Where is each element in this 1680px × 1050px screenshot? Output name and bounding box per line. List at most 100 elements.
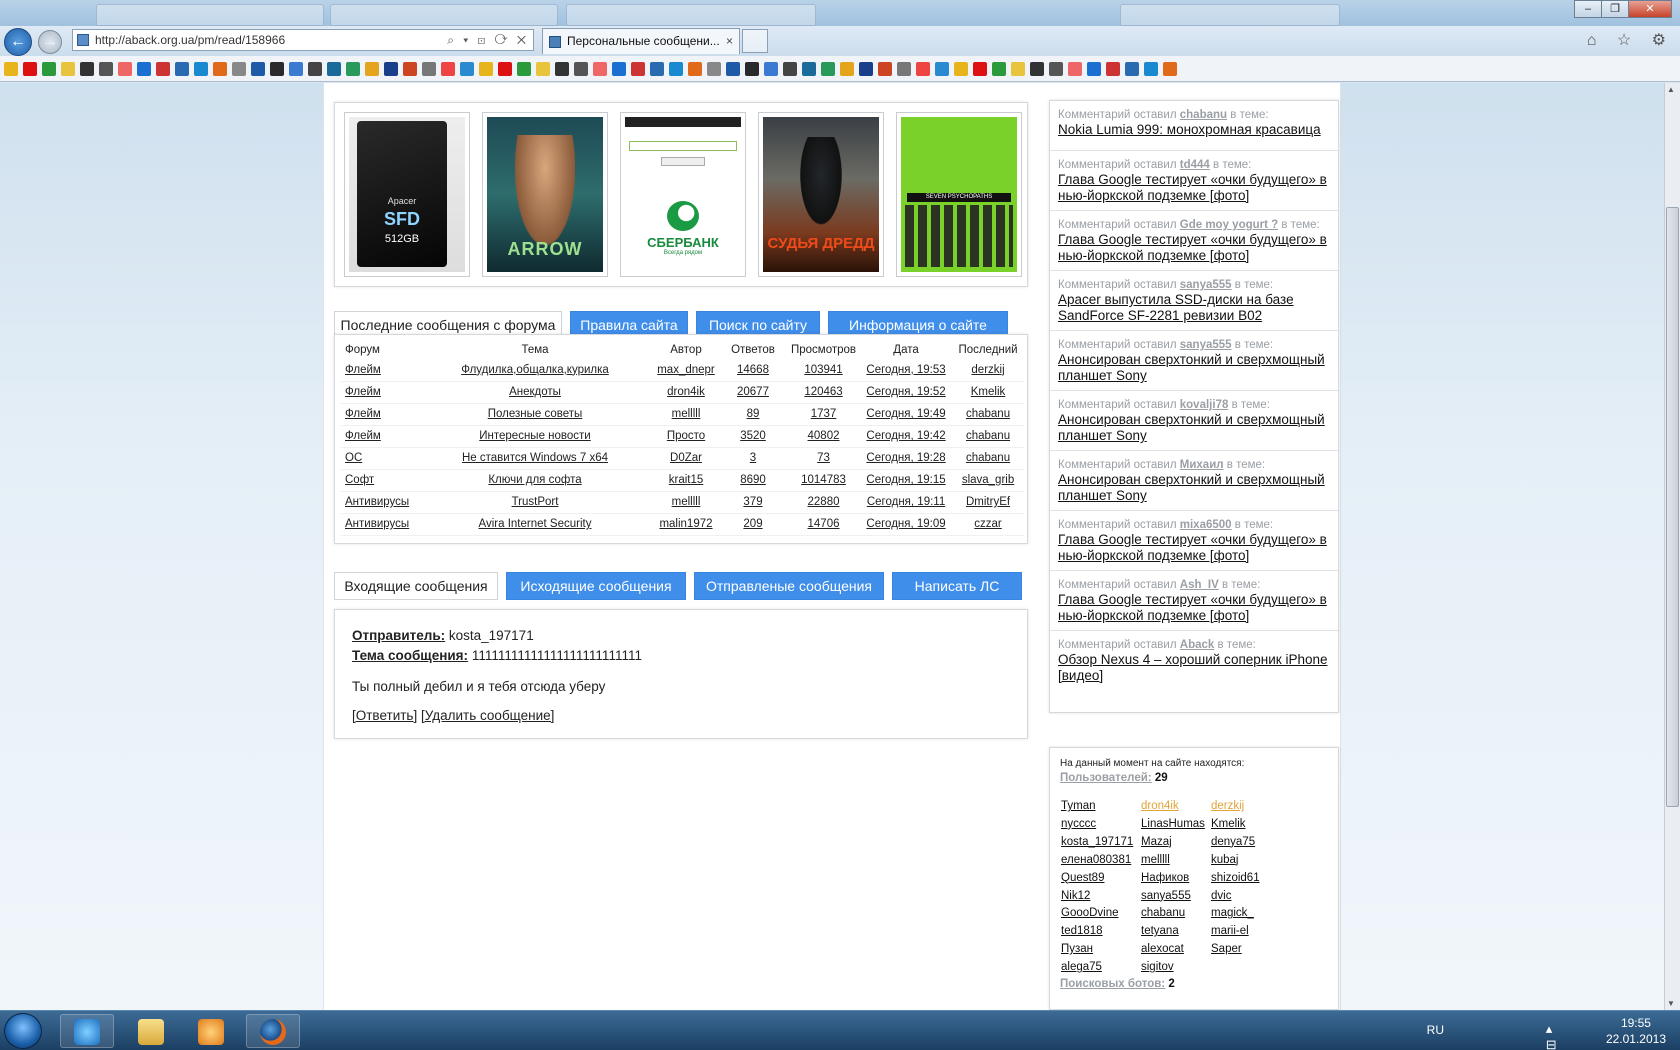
favorite-link-icon[interactable] (1144, 61, 1158, 76)
background-window-tab[interactable] (330, 4, 558, 26)
comment-user-link[interactable]: kovalji78 (1180, 399, 1229, 411)
last-poster-link[interactable]: Kmelik (971, 386, 1006, 398)
online-user-link[interactable]: елена080381 (1061, 852, 1141, 870)
last-poster-link[interactable]: derzkij (971, 364, 1004, 376)
online-user-link[interactable]: Saper (1211, 941, 1301, 959)
last-poster-link[interactable]: chabanu (966, 430, 1010, 442)
favorite-link-icon[interactable] (99, 61, 113, 76)
author-link[interactable]: D0Zar (670, 452, 702, 464)
favorite-link-icon[interactable] (1030, 61, 1044, 76)
favorite-link-icon[interactable] (688, 61, 702, 76)
comment-user-link[interactable]: td444 (1180, 159, 1210, 171)
favorite-link-icon[interactable] (973, 61, 987, 76)
favorite-link-icon[interactable] (1106, 61, 1120, 76)
favorite-link-icon[interactable] (1163, 61, 1177, 76)
favorite-link-icon[interactable] (194, 61, 208, 76)
date-link[interactable]: Сегодня, 19:49 (866, 408, 945, 420)
favorite-link-icon[interactable] (897, 61, 911, 76)
favorite-link-icon[interactable] (1011, 61, 1025, 76)
tab-active[interactable]: Персональные сообщени... × (542, 28, 740, 54)
promo-seven-psychopaths[interactable]: SEVEN PSYCHOPATHS (896, 112, 1022, 277)
favorite-link-icon[interactable] (555, 61, 569, 76)
favorite-link-icon[interactable] (23, 61, 37, 76)
taskbar-firefox[interactable] (246, 1014, 300, 1048)
online-user-link[interactable]: Пузан (1061, 941, 1141, 959)
favorite-link-icon[interactable] (574, 61, 588, 76)
last-poster-link[interactable]: chabanu (966, 452, 1010, 464)
favorite-link-icon[interactable] (498, 61, 512, 76)
favorite-link-icon[interactable] (593, 61, 607, 76)
date-link[interactable]: Сегодня, 19:52 (866, 386, 945, 398)
last-poster-link[interactable]: czzar (974, 518, 1001, 530)
favorite-link-icon[interactable] (213, 61, 227, 76)
forum-link[interactable]: Антивирусы (345, 518, 409, 530)
sent-messages-button[interactable]: Отправленые сообщения (694, 572, 884, 600)
start-button[interactable] (4, 1013, 42, 1049)
date-link[interactable]: Сегодня, 19:53 (866, 364, 945, 376)
favorite-link-icon[interactable] (764, 61, 778, 76)
favorite-link-icon[interactable] (1049, 61, 1063, 76)
minimize-button[interactable]: – (1574, 0, 1602, 18)
replies-link[interactable]: 3520 (740, 430, 766, 442)
taskbar-media-player[interactable] (184, 1014, 238, 1048)
comment-user-link[interactable]: Ash_IV (1180, 579, 1219, 591)
outbox-button[interactable]: Исходящие сообщения (506, 572, 686, 600)
favorite-link-icon[interactable] (4, 61, 18, 76)
favorite-link-icon[interactable] (308, 61, 322, 76)
promo-arrow-series[interactable]: ARROW (482, 112, 608, 277)
favorite-link-icon[interactable] (631, 61, 645, 76)
date-link[interactable]: Сегодня, 19:42 (866, 430, 945, 442)
page-scrollbar[interactable]: ▲ ▼ (1664, 83, 1680, 1010)
forum-link[interactable]: ОС (345, 452, 362, 464)
topic-link[interactable]: Не ставится Windows 7 x64 (462, 452, 608, 464)
favorite-link-icon[interactable] (251, 61, 265, 76)
views-link[interactable]: 103941 (804, 364, 842, 376)
favorite-link-icon[interactable] (821, 61, 835, 76)
online-user-link[interactable]: derzkij (1211, 798, 1301, 816)
online-user-link[interactable]: alega75 (1061, 959, 1141, 977)
comment-topic-link[interactable]: Глава Google тестирует «очки будущего» в… (1058, 532, 1332, 564)
comment-user-link[interactable]: Gde moy yogurt ? (1180, 219, 1278, 231)
favorite-link-icon[interactable] (1087, 61, 1101, 76)
favorite-link-icon[interactable] (365, 61, 379, 76)
online-user-link[interactable]: marii-el (1211, 923, 1301, 941)
favorite-link-icon[interactable] (935, 61, 949, 76)
topic-link[interactable]: Ключи для софта (488, 474, 581, 486)
author-link[interactable]: max_dnepr (657, 364, 715, 376)
replies-link[interactable]: 20677 (737, 386, 769, 398)
users-label[interactable]: Пользователей: (1060, 772, 1152, 784)
date-link[interactable]: Сегодня, 19:15 (866, 474, 945, 486)
online-user-link[interactable]: nycccc (1061, 816, 1141, 834)
comment-user-link[interactable]: Михаил (1180, 459, 1224, 471)
scroll-up-icon[interactable]: ▲ (1667, 85, 1675, 94)
online-user-link[interactable]: Quest89 (1061, 870, 1141, 888)
views-link[interactable]: 40802 (808, 430, 840, 442)
favorite-link-icon[interactable] (156, 61, 170, 76)
new-tab-button[interactable] (742, 29, 768, 53)
online-user-link[interactable]: Kmelik (1211, 816, 1301, 834)
last-poster-link[interactable]: slava_grib (962, 474, 1014, 486)
online-user-link[interactable]: LinasHumas (1141, 816, 1211, 834)
comment-user-link[interactable]: sanya555 (1180, 279, 1232, 291)
forum-link[interactable]: Флейм (345, 430, 381, 442)
tray-icons[interactable]: ▴ ⊟ ◁) (1546, 1021, 1580, 1050)
author-link[interactable]: melllll (672, 496, 701, 508)
favorite-link-icon[interactable] (327, 61, 341, 76)
favorite-link-icon[interactable] (118, 61, 132, 76)
online-user-link[interactable]: melllll (1141, 852, 1211, 870)
favorite-link-icon[interactable] (726, 61, 740, 76)
views-link[interactable]: 14706 (808, 518, 840, 530)
forward-button[interactable]: → (38, 30, 62, 54)
close-window-button[interactable]: ✕ (1628, 0, 1672, 18)
comment-topic-link[interactable]: Apacer выпустила SSD-диски на базе SandF… (1058, 292, 1332, 324)
forum-link[interactable]: Флейм (345, 386, 381, 398)
favorite-link-icon[interactable] (669, 61, 683, 76)
topic-link[interactable]: Интересные новости (479, 430, 590, 442)
forum-link[interactable]: Флейм (345, 408, 381, 420)
views-link[interactable]: 22880 (808, 496, 840, 508)
author-link[interactable]: krait15 (669, 474, 704, 486)
favorite-link-icon[interactable] (992, 61, 1006, 76)
author-link[interactable]: dron4ik (667, 386, 705, 398)
favorite-link-icon[interactable] (460, 61, 474, 76)
online-user-link[interactable]: tetyana (1141, 923, 1211, 941)
